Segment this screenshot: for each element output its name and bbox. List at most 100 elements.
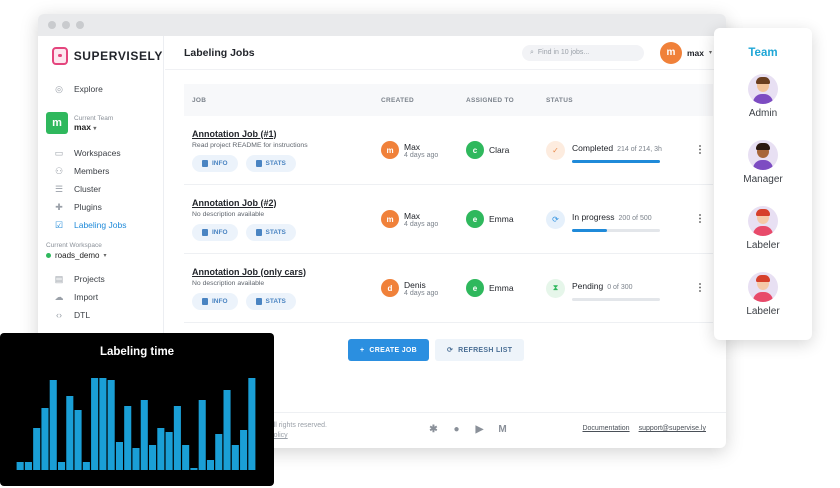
assigned-cell: e Emma [466,210,546,228]
sync-icon: ⟳ [546,209,565,229]
column-header-status[interactable]: STATUS [546,97,713,104]
member-role: Labeler [746,306,780,317]
chart-icon [255,297,262,305]
sidebar-item-plugins[interactable]: ✚ Plugins [54,198,163,216]
info-button[interactable]: INFO [192,292,238,310]
job-description: No description available [192,210,265,218]
job-actions: INFO STATS [192,223,381,241]
window-maximize-dot[interactable] [76,21,84,29]
page-title: Labeling Jobs [184,46,255,59]
assignee-name: Emma [489,283,514,293]
info-button[interactable]: INFO [192,223,238,241]
workspace-nav: ▤ Projects ☁ Import ‹› DTL [38,270,163,324]
sidebar-item-explore[interactable]: ◎ Explore [54,80,163,98]
status-text: Completed [572,142,614,153]
workspace-status-dot [46,253,51,258]
chart-bar [16,462,24,470]
chevron-down-icon: ▾ [708,50,712,56]
job-title-link[interactable]: Annotation Job (only cars) [192,267,381,277]
sidebar-item-labeling-jobs[interactable]: ☑ Labeling Jobs [54,216,163,234]
status-count: 0 of 300 [607,283,633,291]
team-nav: ▭ Workspaces ⚇ Members ☰ Cluster ✚ Plugi… [38,144,163,234]
youtube-icon[interactable]: ▶ [474,424,485,435]
chart-icon [255,159,262,167]
team-switcher[interactable]: m Current Team max ▾ [38,112,163,134]
logo[interactable]: SUPERVISELY [38,36,163,68]
chart-bar [66,396,74,470]
column-header-job[interactable]: JOB [184,97,381,104]
status-text: Pending [572,280,604,291]
jobs-table: JOB CREATED ASSIGNED TO STATUS Annotatio… [184,84,713,323]
stats-button[interactable]: STATS [245,223,296,241]
stats-button[interactable]: STATS [245,292,296,310]
created-date: 4 days ago [404,289,439,297]
chart-bar [132,448,140,470]
sidebar-item-projects[interactable]: ▤ Projects [54,270,163,288]
labeling-time-chart: Labeling time [0,333,274,486]
create-job-button[interactable]: + CREATE JOB [348,339,429,361]
copyright: All rights reserved. Policy [269,421,327,441]
team-name: max ▾ [74,121,97,132]
column-header-created[interactable]: CREATED [381,97,466,104]
chart-bar [206,460,215,470]
created-cell: m Max 4 days ago [381,210,466,228]
search-input[interactable]: ⌕ Find in 10 jobs... [521,44,644,61]
github-icon[interactable]: ● [451,424,462,435]
puzzle-icon: ✚ [55,202,63,212]
privacy-link[interactable]: Policy [269,431,327,441]
chevron-down-icon: ▾ [93,125,97,132]
assigned-cell: e Emma [466,279,546,297]
job-title-link[interactable]: Annotation Job (#2) [192,198,381,208]
team-member-admin[interactable]: Admin [714,74,812,119]
window-close-dot[interactable] [48,21,56,29]
chart-bar [99,378,107,470]
status-count: 214 of 214, 3h [617,145,662,153]
job-cell: Annotation Job (#1) Read project README … [184,129,381,172]
stats-button[interactable]: STATS [245,154,296,172]
chart-bar [157,428,165,470]
workspace-switcher[interactable]: roads_demo ▾ [38,251,163,260]
sidebar-item-import[interactable]: ☁ Import [54,288,163,306]
slack-icon[interactable]: ✱ [428,424,439,435]
sidebar-item-workspaces[interactable]: ▭ Workspaces [54,144,163,162]
medium-icon[interactable]: M [497,424,508,435]
refresh-list-button[interactable]: ⟳ REFRESH LIST [435,339,525,361]
team-member-manager[interactable]: Manager [714,140,812,185]
sidebar-item-dtl[interactable]: ‹› DTL [54,306,163,324]
progress-bar [572,228,660,232]
search-icon: ⌕ [529,48,534,56]
info-button[interactable]: INFO [192,154,238,172]
plus-icon: + [360,346,365,354]
created-cell: d Denis 4 days ago [381,279,466,297]
column-header-assigned[interactable]: ASSIGNED TO [466,97,546,104]
copyright-text: All rights reserved. [269,422,327,429]
explore-nav: ◎ Explore [38,80,163,98]
sidebar-item-members[interactable]: ⚇ Members [54,162,163,180]
more-options-icon[interactable]: ⋮ [695,283,705,294]
member-role: Admin [748,108,778,119]
sidebar-item-label: Explore [74,84,103,94]
support-email-link[interactable]: support@supervise.ly [639,425,706,432]
team-member-labeler[interactable]: Labeler [714,272,812,317]
progress-fill [572,159,660,163]
job-title-link[interactable]: Annotation Job (#1) [192,129,381,139]
sidebar-item-cluster[interactable]: ☰ Cluster [54,180,163,198]
team-member-labeler[interactable]: Labeler [714,206,812,251]
more-options-icon[interactable]: ⋮ [695,145,705,156]
sidebar-item-label: Import [74,292,99,302]
labeler-avatar-icon [748,272,778,302]
job-actions: INFO STATS [192,154,381,172]
more-options-icon[interactable]: ⋮ [695,214,705,225]
workspace-label: Current Workspace [46,242,102,249]
avatar: c [466,141,484,159]
window-minimize-dot[interactable] [62,21,70,29]
documentation-link[interactable]: Documentation [582,425,629,432]
job-actions: INFO STATS [192,292,381,310]
user-menu[interactable]: m max ▾ [659,41,712,64]
chart-bar [140,400,148,470]
refresh-icon: ⟳ [447,347,454,354]
checkbox-icon: ☑ [54,220,64,230]
sidebar-item-label: Workspaces [74,148,121,158]
document-icon [202,228,208,236]
member-role: Manager [743,174,783,185]
